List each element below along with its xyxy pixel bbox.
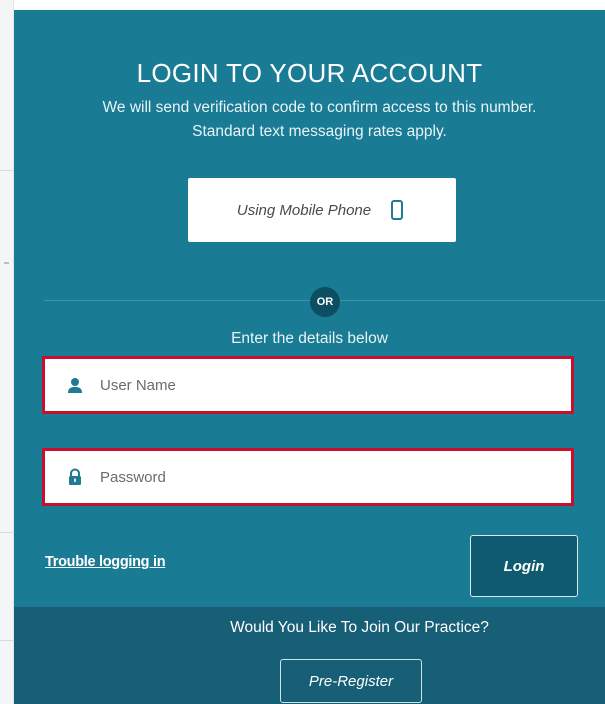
background-tick <box>4 262 9 264</box>
using-mobile-phone-button[interactable]: Using Mobile Phone <box>188 178 456 242</box>
login-panel: LOGIN TO YOUR ACCOUNT We will send verif… <box>14 10 605 704</box>
username-input[interactable] <box>100 376 540 394</box>
background-page-edge <box>0 0 14 704</box>
user-icon <box>66 376 84 394</box>
lock-icon <box>66 468 84 486</box>
enter-details-text: Enter the details below <box>231 330 388 347</box>
background-divider <box>0 532 13 533</box>
login-subtitle: We will send verification code to confir… <box>34 96 605 144</box>
trouble-logging-in-link[interactable]: Trouble logging in <box>45 554 166 570</box>
login-title: LOGIN TO YOUR ACCOUNT <box>136 58 483 88</box>
login-button[interactable]: Login <box>470 535 578 597</box>
top-edge <box>14 0 605 10</box>
using-mobile-phone-label: Using Mobile Phone <box>236 201 372 219</box>
join-practice-text: Would You Like To Join Our Practice? <box>230 619 489 636</box>
password-field[interactable] <box>42 448 574 506</box>
subtitle-line-2: Standard text messaging rates apply. <box>192 123 447 140</box>
password-input[interactable] <box>100 468 540 486</box>
or-badge: OR <box>310 287 340 317</box>
join-practice-footer: Would You Like To Join Our Practice? Pre… <box>14 607 605 704</box>
mobile-phone-icon <box>387 199 407 221</box>
subtitle-line-1: We will send verification code to confir… <box>102 99 537 116</box>
background-divider <box>0 640 13 641</box>
pre-register-button[interactable]: Pre-Register <box>280 659 422 703</box>
background-divider <box>0 170 13 171</box>
username-field[interactable] <box>42 356 574 414</box>
